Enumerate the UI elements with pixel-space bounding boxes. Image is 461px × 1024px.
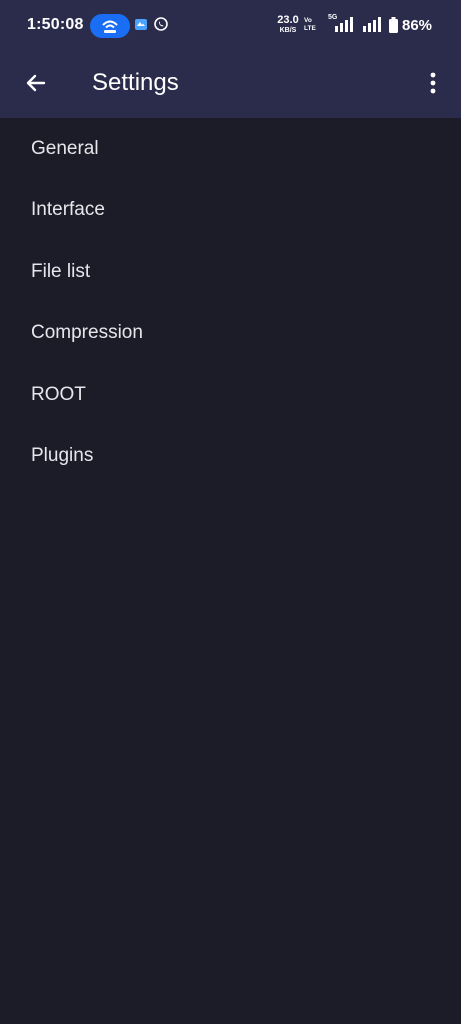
back-button[interactable] <box>16 63 56 103</box>
volte-label: Vo LTE <box>304 17 316 32</box>
battery-icon <box>389 17 398 33</box>
signal-strength-2-icon <box>363 17 381 32</box>
settings-item-file-list[interactable]: File list <box>0 241 461 303</box>
page-title: Settings <box>92 69 179 96</box>
settings-list: General Interface File list Compression … <box>0 118 461 487</box>
network-speed-value: 23.0 <box>277 14 299 26</box>
settings-item-label: Compression <box>31 322 143 344</box>
more-options-button[interactable] <box>418 63 448 103</box>
settings-item-root[interactable]: ROOT <box>0 364 461 426</box>
hotspot-indicator[interactable] <box>90 14 130 38</box>
settings-item-compression[interactable]: Compression <box>0 303 461 365</box>
status-time: 1:50:08 <box>27 16 84 33</box>
battery-percent: 86% <box>402 17 433 34</box>
arrow-left-icon <box>26 74 46 92</box>
signal-strength-1-icon <box>335 17 353 32</box>
more-vert-icon <box>430 72 436 94</box>
settings-item-label: Plugins <box>31 445 94 467</box>
network-speed: 23.0 KB/S <box>274 14 302 35</box>
network-speed-unit: KB/S <box>279 27 297 34</box>
settings-item-label: General <box>31 137 99 159</box>
settings-item-interface[interactable]: Interface <box>0 180 461 242</box>
status-bar: 1:50:08 23.0 KB/S Vo LTE 5G 86% <box>0 0 461 52</box>
whatsapp-icon <box>154 17 168 31</box>
settings-item-label: Interface <box>31 199 105 221</box>
app-bar: Settings <box>0 52 461 118</box>
settings-item-label: ROOT <box>31 383 86 405</box>
settings-item-plugins[interactable]: Plugins <box>0 426 461 488</box>
settings-item-general[interactable]: General <box>0 118 461 180</box>
cloud-icon <box>135 19 147 30</box>
hotspot-icon <box>102 20 118 33</box>
settings-item-label: File list <box>31 260 91 282</box>
